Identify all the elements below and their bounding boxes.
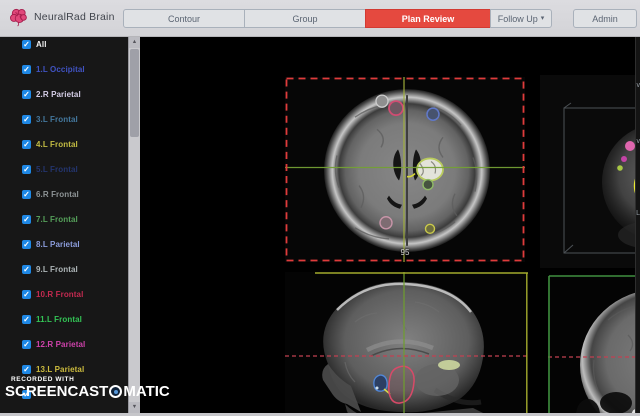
sidebar-item[interactable]: ✓ 3.L Frontal: [0, 112, 128, 137]
sidebar-item[interactable]: ✓ 8.L Parietal: [0, 237, 128, 262]
structure-sidebar: ✓ All ✓ 1.L Occipital ✓ 2.R Parietal ✓ 3…: [0, 37, 140, 416]
checkbox-icon[interactable]: ✓: [22, 165, 31, 174]
checkbox-icon[interactable]: ✓: [22, 115, 31, 124]
tab-group[interactable]: Group: [244, 9, 366, 28]
sidebar-item-label: 7.L Frontal: [36, 215, 78, 224]
scroll-up-icon[interactable]: ▲: [129, 37, 140, 48]
checkbox-icon[interactable]: ✓: [22, 340, 31, 349]
three-d-render-image: [540, 75, 640, 268]
checkbox-icon[interactable]: ✓: [22, 90, 31, 99]
checkbox-icon[interactable]: ✓: [22, 315, 31, 324]
sidebar-item[interactable]: ✓ 12.R Parietal: [0, 337, 128, 362]
screencast-watermark: RECORDED WITH SCREENCAST MATIC: [5, 376, 170, 399]
axial-viewport[interactable]: 95: [285, 77, 525, 262]
coronal-mri-image: [548, 275, 640, 416]
edge-glyph: L: [636, 210, 640, 217]
watermark-matic: MATIC: [123, 383, 170, 400]
chevron-down-icon: ▾: [540, 15, 545, 22]
sidebar-item-label: 13.L Parietal: [36, 365, 85, 374]
sidebar-item-label: 8.L Parietal: [36, 240, 80, 249]
checkbox-icon[interactable]: ✓: [22, 190, 31, 199]
sidebar-item[interactable]: ✓ 9.L Frontal: [0, 262, 128, 287]
checkbox-icon[interactable]: ✓: [22, 40, 31, 49]
lesion-highlight: [438, 360, 460, 370]
sidebar-item-label: 11.L Frontal: [36, 315, 82, 324]
checkbox-icon[interactable]: ✓: [22, 290, 31, 299]
watermark-recorded-with: RECORDED WITH: [11, 376, 75, 383]
structure-list: ✓ All ✓ 1.L Occipital ✓ 2.R Parietal ✓ 3…: [0, 37, 128, 416]
sidebar-item-label: All: [36, 40, 47, 49]
screencastomatic-logo-icon: [109, 385, 123, 398]
sidebar-item[interactable]: ✓ 4.L Frontal: [0, 137, 128, 162]
tab-plan-review[interactable]: Plan Review: [365, 9, 491, 28]
edge-glyph: v: [636, 82, 640, 89]
checkbox-icon[interactable]: ✓: [22, 240, 31, 249]
sidebar-item[interactable]: ✓ 5.L Frontal: [0, 162, 128, 187]
sidebar-item-label: 2.R Parietal: [36, 90, 81, 99]
sidebar-item-label: 5.L Frontal: [36, 165, 78, 174]
right-edge-clipped-labels: v v L: [635, 37, 640, 413]
sidebar-item[interactable]: ✓ 6.R Frontal: [0, 187, 128, 212]
brain-logo-icon: [9, 8, 27, 27]
checkbox-icon[interactable]: ✓: [22, 65, 31, 74]
viewport-grid: 95: [140, 37, 640, 416]
sidebar-item[interactable]: ✓ 2.R Parietal: [0, 87, 128, 112]
sagittal-viewport[interactable]: 127: [285, 272, 528, 416]
slice-number-label: 95: [400, 248, 410, 257]
sidebar-item[interactable]: ✓ 7.L Frontal: [0, 212, 128, 237]
three-d-viewport[interactable]: [540, 75, 640, 268]
sidebar-item-all[interactable]: ✓ All: [0, 37, 128, 62]
tab-contour[interactable]: Contour: [123, 9, 245, 28]
app-brand: NeuralRad Brain: [8, 7, 115, 27]
coronal-viewport[interactable]: 127: [548, 275, 640, 416]
nav-tabs: Contour Group Plan Review Follow Up ▾: [123, 9, 552, 28]
admin-button[interactable]: Admin: [573, 9, 637, 28]
watermark-brand: SCREENCAST MATIC: [5, 384, 170, 399]
sidebar-item-label: 6.R Frontal: [36, 190, 79, 199]
sidebar-item[interactable]: ✓ 11.L Frontal: [0, 312, 128, 337]
axial-mri-image: [285, 77, 525, 262]
tab-follow-up[interactable]: Follow Up ▾: [490, 9, 552, 28]
sidebar-item-label: 4.L Frontal: [36, 140, 78, 149]
sidebar-item[interactable]: ✓ 1.L Occipital: [0, 62, 128, 87]
tab-follow-up-label: Follow Up: [497, 13, 538, 24]
checkbox-icon[interactable]: ✓: [22, 265, 31, 274]
sagittal-mri-image: [285, 272, 528, 416]
scrollbar-thumb[interactable]: [130, 49, 139, 137]
app-title: NeuralRad Brain: [34, 11, 115, 23]
sidebar-scrollbar[interactable]: ▲ ▼: [128, 37, 140, 416]
watermark-screencast: SCREENCAST: [5, 383, 109, 400]
sidebar-item[interactable]: ✓ 10.R Frontal: [0, 287, 128, 312]
edge-glyph: v: [636, 138, 640, 145]
checkbox-icon[interactable]: ✓: [22, 215, 31, 224]
sidebar-item-label: 9.L Frontal: [36, 265, 78, 274]
neuralrad-app: NeuralRad Brain Contour Group Plan Revie…: [0, 0, 640, 416]
scroll-down-icon[interactable]: ▼: [129, 402, 140, 413]
checkbox-icon[interactable]: ✓: [22, 365, 31, 374]
sidebar-item-label: 3.L Frontal: [36, 115, 78, 124]
sidebar-item-label: 10.R Frontal: [36, 290, 84, 299]
top-nav-bar: NeuralRad Brain Contour Group Plan Revie…: [0, 0, 640, 37]
sidebar-item-label: 1.L Occipital: [36, 65, 85, 74]
sidebar-item-label: 12.R Parietal: [36, 340, 86, 349]
checkbox-icon[interactable]: ✓: [22, 140, 31, 149]
